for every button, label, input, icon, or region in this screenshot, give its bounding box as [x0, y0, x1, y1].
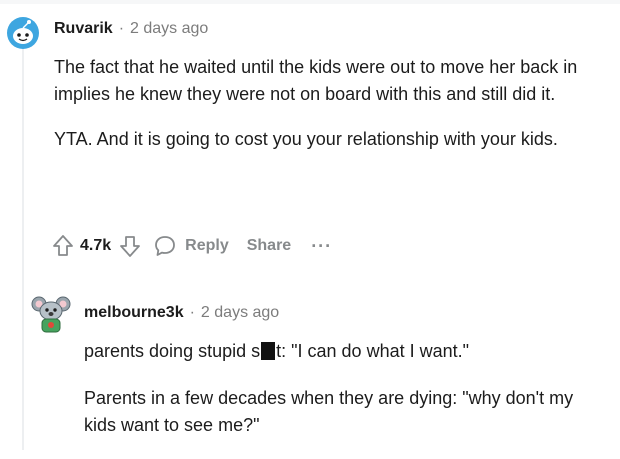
- timestamp[interactable]: 2 days ago: [201, 304, 279, 322]
- username[interactable]: Ruvarik: [54, 20, 113, 38]
- top-strip: [0, 0, 620, 4]
- vote-count: 4.7k: [80, 237, 112, 254]
- redaction-block: [261, 342, 276, 360]
- comment-paragraph: The fact that he waited until the kids w…: [54, 57, 578, 104]
- text-after-redaction: t: "I can do what I want.": [276, 341, 470, 361]
- comment-header: melbourne3k · 2 days ago: [84, 304, 279, 322]
- snoo-koala-avatar-icon[interactable]: [30, 292, 72, 334]
- comment-paragraph: parents doing stupid s t: "I can do what …: [84, 338, 604, 365]
- separator: ·: [118, 20, 125, 37]
- reply-label: Reply: [185, 237, 229, 254]
- separator: ·: [189, 304, 195, 321]
- share-button[interactable]: Share: [247, 237, 291, 255]
- snoo-avatar-icon[interactable]: [6, 16, 40, 50]
- thread-line[interactable]: [22, 48, 24, 450]
- reply-button[interactable]: Reply: [153, 234, 229, 258]
- comment-body: parents doing stupid s t: "I can do what …: [84, 338, 604, 459]
- timestamp[interactable]: 2 days ago: [130, 20, 208, 38]
- comment-body: The fact that he waited until the kids w…: [54, 54, 594, 171]
- username[interactable]: melbourne3k: [84, 304, 184, 322]
- comment-actions: 4.7k Reply Share ···: [52, 232, 332, 260]
- comment-paragraph: YTA. And it is going to cost you your re…: [54, 129, 558, 149]
- comment-bubble-icon: [155, 236, 176, 256]
- more-options-button[interactable]: ···: [311, 237, 332, 255]
- comment-paragraph: Parents in a few decades when they are d…: [84, 388, 574, 435]
- upvote-icon[interactable]: [52, 234, 74, 258]
- downvote-icon[interactable]: [119, 234, 141, 258]
- text-before-redaction: parents doing stupid s: [84, 341, 261, 361]
- comment-header: Ruvarik · 2 days ago: [54, 20, 208, 38]
